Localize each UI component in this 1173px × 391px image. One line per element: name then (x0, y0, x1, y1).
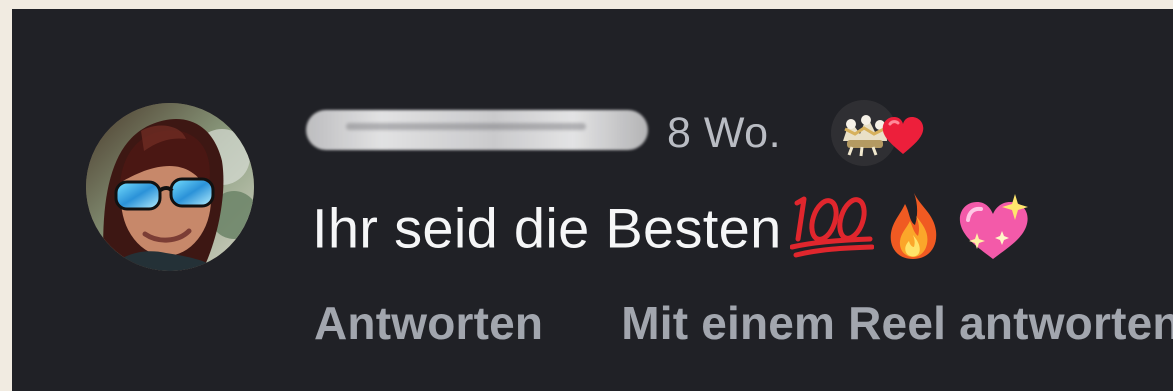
comment-timestamp: 8 Wo. (667, 109, 782, 157)
comment-body: Ihr seid die Besten (312, 191, 1172, 269)
comment-meta: 8 Wo. (306, 95, 1126, 166)
hundred-points-icon (789, 191, 875, 266)
comment-text: Ihr seid die Besten (312, 196, 782, 260)
reply-button[interactable]: Antworten (314, 295, 543, 351)
creator-liked-indicator (831, 100, 951, 166)
comment-panel: 8 Wo. Ihr seid die Besten Antworten Mit … (12, 9, 1173, 391)
sparkling-heart-icon (955, 191, 1033, 266)
fire-icon (882, 191, 946, 266)
redacted-username[interactable] (306, 110, 648, 150)
heart-icon (882, 117, 924, 154)
comment-actions: Antworten Mit einem Reel antworten (314, 295, 1173, 353)
reply-with-reel-button[interactable]: Mit einem Reel antworten (621, 295, 1173, 351)
avatar-photo (86, 103, 254, 271)
commenter-avatar[interactable] (86, 103, 254, 271)
